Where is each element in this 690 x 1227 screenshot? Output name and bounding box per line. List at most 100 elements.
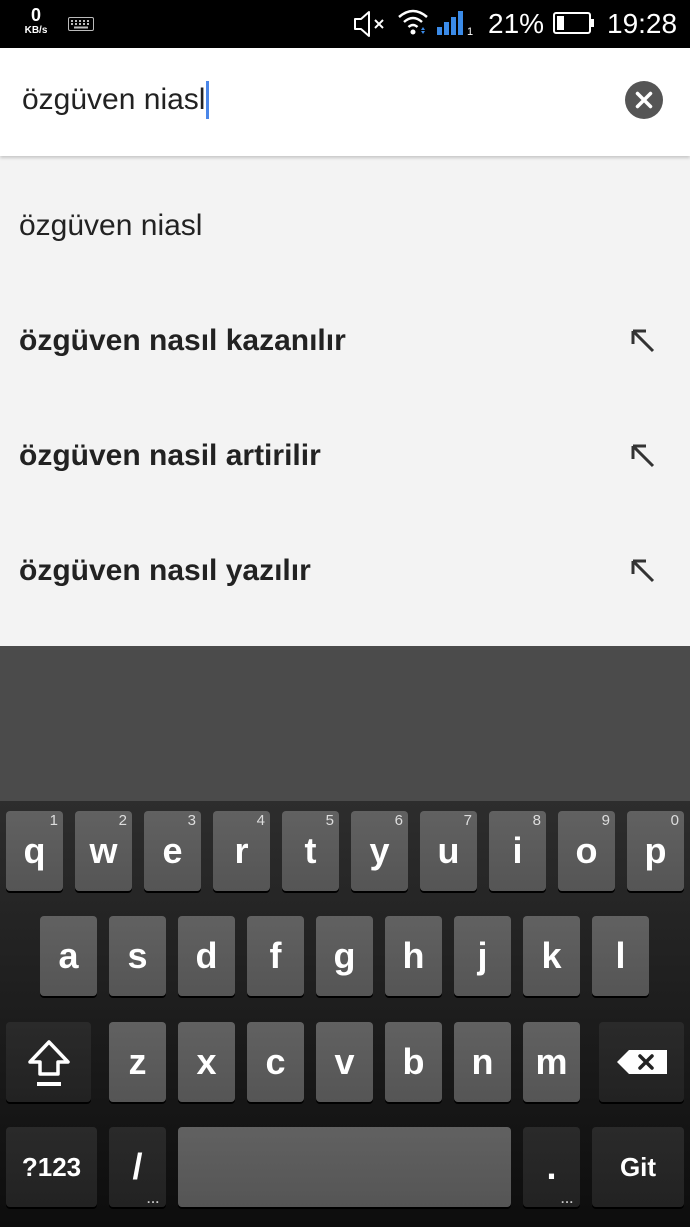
key-z[interactable]: z: [109, 1022, 166, 1102]
key-g[interactable]: g: [316, 916, 373, 996]
key-label: h: [402, 935, 425, 976]
suggestion-item[interactable]: özgüven niasl: [0, 168, 690, 283]
fill-query-arrow-icon[interactable]: [629, 557, 657, 585]
status-bar: 0 KB/s 1 21% 19:28: [0, 0, 690, 48]
key-hint: 4: [256, 812, 265, 829]
clear-icon: [635, 91, 653, 109]
shift-key[interactable]: [6, 1022, 91, 1102]
key-u[interactable]: u7: [420, 811, 477, 891]
key-v[interactable]: v: [316, 1022, 373, 1102]
key-a[interactable]: a: [40, 916, 97, 996]
key-j[interactable]: j: [454, 916, 511, 996]
key-period[interactable]: ....: [523, 1127, 580, 1207]
fill-query-arrow-icon[interactable]: [629, 327, 657, 355]
key-hint: 1: [49, 812, 58, 829]
key-y[interactable]: y6: [351, 811, 408, 891]
search-query-text: özgüven niasl: [22, 83, 206, 116]
key-c[interactable]: c: [247, 1022, 304, 1102]
fill-query-arrow-icon[interactable]: [629, 442, 657, 470]
key-slash[interactable]: /...: [109, 1127, 166, 1207]
key-n[interactable]: n: [454, 1022, 511, 1102]
key-label: n: [471, 1041, 494, 1082]
shift-icon: [27, 1040, 70, 1086]
key-label: ?123: [21, 1151, 82, 1182]
background-overlay: [0, 646, 690, 801]
space-key[interactable]: [178, 1127, 511, 1207]
key-label: c: [265, 1041, 286, 1082]
suggestion-item[interactable]: özgüven nasil artirilir: [0, 398, 690, 513]
key-label: d: [195, 935, 218, 976]
key-label: t: [304, 830, 317, 871]
key-e[interactable]: e3: [144, 811, 201, 891]
key-label: r: [234, 830, 249, 871]
key-label: o: [575, 830, 598, 871]
key-label: m: [535, 1041, 568, 1082]
key-label: Git: [619, 1151, 657, 1182]
battery-icon: [553, 12, 594, 34]
key-d[interactable]: d: [178, 916, 235, 996]
key-h[interactable]: h: [385, 916, 442, 996]
key-label: .: [546, 1146, 557, 1187]
key-label: p: [644, 830, 667, 871]
key-b[interactable]: b: [385, 1022, 442, 1102]
signal-icon: 1: [437, 10, 477, 41]
key-w[interactable]: w2: [75, 811, 132, 891]
key-label: g: [333, 935, 356, 976]
key-hint: 7: [463, 812, 472, 829]
key-hint: 2: [118, 812, 127, 829]
more-indicator: ...: [560, 1192, 574, 1206]
key-label: s: [127, 935, 148, 976]
key-x[interactable]: x: [178, 1022, 235, 1102]
suggestion-item[interactable]: özgüven nasıl kazanılır: [0, 283, 690, 398]
key-m[interactable]: m: [523, 1022, 580, 1102]
key-label: q: [23, 830, 46, 871]
keyboard-icon: [68, 17, 94, 31]
key-hint: 8: [532, 812, 541, 829]
key-label: /: [132, 1146, 143, 1187]
key-label: x: [196, 1041, 217, 1082]
key-label: u: [437, 830, 460, 871]
data-rate-unit: KB/s: [24, 25, 48, 36]
key-label: b: [402, 1041, 425, 1082]
key-l[interactable]: l: [592, 916, 649, 996]
go-key[interactable]: Git: [592, 1127, 684, 1207]
signal-sim-label: 1: [467, 26, 473, 36]
key-q[interactable]: q1: [6, 811, 63, 891]
key-label: l: [615, 935, 626, 976]
key-label: i: [512, 830, 523, 871]
suggestion-item[interactable]: özgüven nasıl yazılır: [0, 513, 690, 628]
key-s[interactable]: s: [109, 916, 166, 996]
suggestion-text: özgüven nasil artirilir: [19, 438, 321, 472]
key-o[interactable]: o9: [558, 811, 615, 891]
backspace-key[interactable]: [599, 1022, 684, 1102]
key-r[interactable]: r4: [213, 811, 270, 891]
data-rate-indicator: 0 KB/s: [16, 6, 56, 36]
key-k[interactable]: k: [523, 916, 580, 996]
suggestion-text: özgüven nasıl yazılır: [19, 553, 311, 587]
key-label: z: [128, 1041, 147, 1082]
key-hint: 5: [325, 812, 334, 829]
volume-mute-icon: [354, 11, 384, 37]
key-p[interactable]: p0: [627, 811, 684, 891]
battery-percent: 21%: [488, 8, 545, 39]
key-label: a: [58, 935, 79, 976]
key-t[interactable]: t5: [282, 811, 339, 891]
search-input[interactable]: özgüven niasl: [22, 81, 210, 119]
clear-button[interactable]: [625, 81, 663, 119]
key-f[interactable]: f: [247, 916, 304, 996]
suggestion-text: özgüven niasl: [19, 208, 203, 242]
key-label: j: [477, 935, 488, 976]
key-hint: 6: [394, 812, 403, 829]
key-label: y: [369, 830, 390, 871]
key-hint: 0: [670, 812, 679, 829]
text-caret: [206, 81, 210, 119]
key-label: k: [541, 935, 562, 976]
key-label: e: [162, 830, 183, 871]
key-hint: 3: [187, 812, 196, 829]
search-bar: özgüven niasl: [0, 48, 690, 156]
more-indicator: ...: [146, 1192, 160, 1206]
data-rate-value: 0: [30, 5, 41, 25]
key-i[interactable]: i8: [489, 811, 546, 891]
symbols-key[interactable]: ?123: [6, 1127, 97, 1207]
clock: 19:28: [607, 8, 678, 39]
